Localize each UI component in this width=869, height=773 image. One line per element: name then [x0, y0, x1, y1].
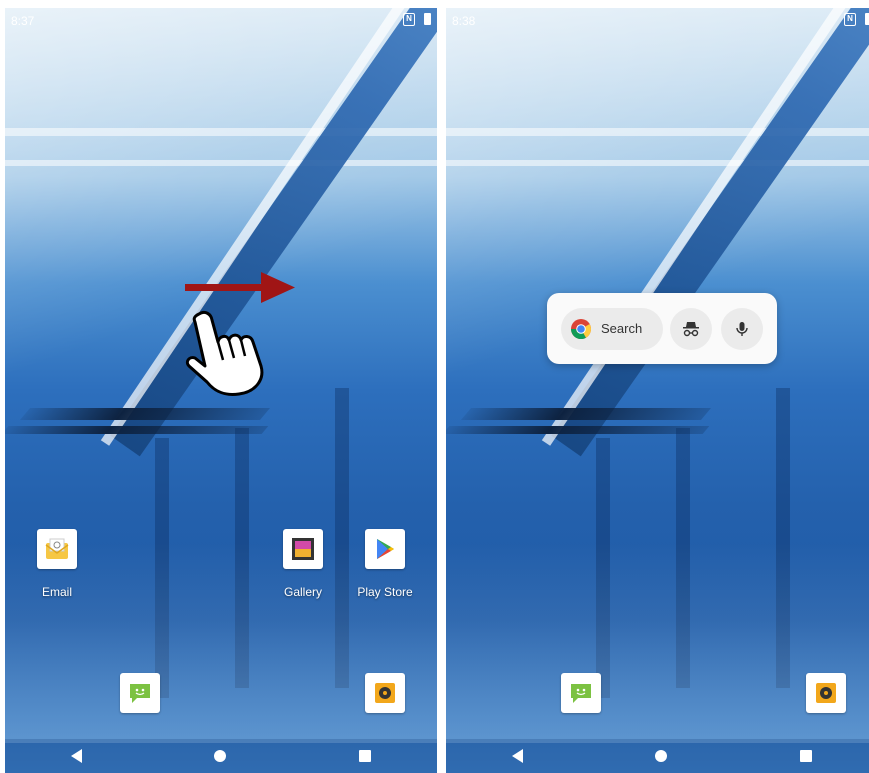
wallpaper-beam: [551, 8, 869, 457]
wallpaper-floor: [446, 543, 869, 743]
microphone-icon: [736, 322, 748, 336]
recents-button[interactable]: [799, 750, 812, 762]
wallpaper-slit: [5, 426, 269, 434]
status-time: 8:37: [11, 14, 35, 28]
nfc-icon: N: [403, 13, 415, 26]
wallpaper-slit: [446, 426, 710, 434]
voice-search-button[interactable]: [721, 308, 763, 350]
app-label: Gallery: [283, 585, 322, 599]
messaging-icon: [120, 673, 160, 713]
dock-music[interactable]: [350, 673, 420, 713]
music-icon: [806, 673, 846, 713]
back-button[interactable]: [71, 749, 83, 763]
search-bar[interactable]: Search: [561, 308, 663, 350]
wallpaper-slit: [19, 408, 271, 420]
gallery-icon: [283, 529, 323, 569]
swipe-right-arrow-icon: [185, 272, 295, 303]
dock-music[interactable]: [791, 673, 861, 713]
recents-button[interactable]: [358, 750, 371, 762]
search-widget: Search: [547, 293, 777, 364]
home-screen-before: 8:37 N Email Gallery Play Store: [5, 8, 437, 773]
back-button[interactable]: [512, 749, 524, 763]
dock-messaging[interactable]: [546, 673, 616, 713]
status-time: 8:38: [452, 14, 476, 28]
search-label: Search: [601, 321, 643, 336]
home-button[interactable]: [214, 750, 227, 762]
email-icon: [37, 529, 77, 569]
chrome-icon: [570, 319, 592, 340]
wallpaper-light-strip: [5, 160, 437, 166]
nfc-icon: N: [844, 13, 856, 26]
app-label: Play Store: [357, 585, 413, 599]
wallpaper-light-strip: [5, 128, 437, 136]
music-icon: [365, 673, 405, 713]
incognito-icon: [683, 322, 699, 337]
play-store-icon: [365, 529, 405, 569]
dock-messaging[interactable]: [105, 673, 175, 713]
wallpaper-light-strip: [446, 160, 869, 166]
status-bar: 8:37 N: [5, 8, 437, 32]
app-play-store[interactable]: Play Store: [350, 529, 420, 599]
status-bar: 8:38 N: [446, 8, 869, 32]
navigation-bar: [446, 739, 869, 773]
incognito-button[interactable]: [670, 308, 712, 350]
app-email[interactable]: Email: [22, 529, 92, 599]
home-button[interactable]: [655, 750, 668, 762]
app-label: Email: [41, 585, 72, 599]
app-gallery[interactable]: Gallery: [268, 529, 338, 599]
messaging-icon: [561, 673, 601, 713]
home-screen-after: 8:38 N Search: [446, 8, 869, 773]
wallpaper-slit: [460, 408, 712, 420]
pointing-hand-icon: [185, 310, 264, 396]
navigation-bar: [5, 739, 437, 773]
battery-icon: [424, 13, 431, 25]
battery-icon: [865, 13, 869, 25]
